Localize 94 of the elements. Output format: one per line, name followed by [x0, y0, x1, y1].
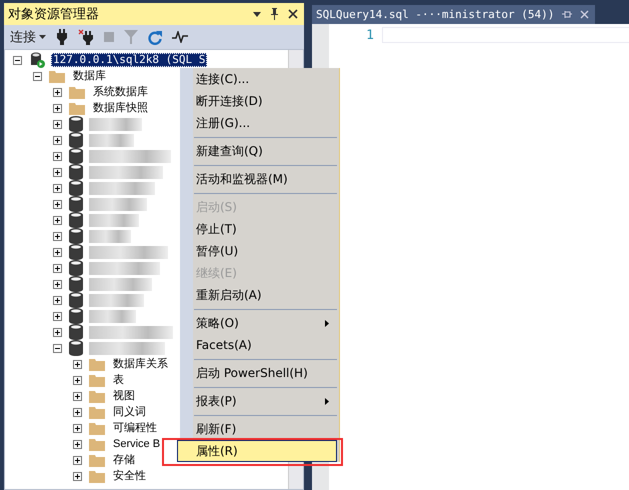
expand-toggle[interactable]	[73, 424, 82, 432]
folder-icon	[89, 406, 105, 418]
database-icon	[69, 164, 83, 180]
connect-button[interactable]: 连接	[10, 28, 46, 46]
menu-item[interactable]: 重新启动(A)	[193, 284, 337, 306]
server-icon	[29, 52, 45, 68]
expand-toggle[interactable]	[53, 104, 62, 112]
expand-toggle[interactable]	[53, 120, 62, 128]
panel-title: 对象资源管理器	[8, 6, 100, 23]
menu-item[interactable]: 属性(R)	[177, 440, 337, 462]
expand-toggle[interactable]	[53, 312, 62, 320]
expand-toggle[interactable]	[53, 264, 62, 272]
menu-item[interactable]: 连接(C)...	[193, 68, 337, 90]
pin-icon[interactable]	[270, 8, 279, 20]
refresh-icon[interactable]	[148, 30, 162, 44]
expand-toggle[interactable]	[53, 296, 62, 304]
tree-item[interactable]: 同义词	[111, 405, 148, 419]
database-icon	[69, 292, 83, 308]
expand-toggle[interactable]	[73, 440, 82, 448]
submenu-arrow-icon	[325, 398, 329, 404]
disconnect-icon[interactable]	[78, 29, 94, 45]
submenu-arrow-icon	[325, 320, 329, 326]
expand-toggle[interactable]	[73, 360, 82, 368]
folder-icon	[69, 102, 85, 114]
menu-item[interactable]: 刷新(F)	[193, 418, 337, 440]
tree-item[interactable]: 存储	[111, 453, 137, 467]
menu-item[interactable]: 新建查询(Q)	[193, 140, 337, 162]
tree-item[interactable]: 可编程性	[111, 421, 159, 435]
expand-toggle[interactable]	[53, 184, 62, 192]
folder-icon	[89, 470, 105, 482]
database-icon	[69, 260, 83, 276]
menu-item[interactable]: 报表(P)	[193, 390, 337, 412]
expand-toggle[interactable]	[53, 200, 62, 208]
expand-toggle[interactable]	[33, 72, 42, 80]
folder-icon	[69, 86, 85, 98]
tree-item[interactable]: Service B	[111, 437, 162, 451]
tree-item[interactable]: 表	[111, 373, 126, 387]
folder-icon	[89, 454, 105, 466]
folder-icon	[89, 390, 105, 402]
menu-item[interactable]: Facets(A)	[193, 334, 337, 356]
expand-toggle[interactable]	[53, 152, 62, 160]
tree-item[interactable]: 127.0.0.1\sql2k8 (SQL S	[51, 53, 208, 67]
close-icon[interactable]	[288, 9, 298, 19]
tree-item[interactable]: 数据库快照	[91, 101, 150, 115]
folder-icon	[89, 438, 105, 450]
tab-title: SQLQuery14.sql -···ministrator (54))	[316, 8, 554, 21]
expand-toggle[interactable]	[53, 232, 62, 240]
line-number: 1	[366, 28, 374, 43]
expand-toggle[interactable]	[13, 56, 22, 64]
caret-icon	[39, 35, 46, 39]
plug-icon[interactable]	[56, 29, 68, 45]
database-icon	[69, 196, 83, 212]
tree-item[interactable]: 数据库关系	[111, 357, 170, 371]
folder-icon	[89, 358, 105, 370]
expand-toggle[interactable]	[53, 216, 62, 224]
database-icon	[69, 132, 83, 148]
expand-toggle[interactable]	[53, 136, 62, 144]
dropdown-icon[interactable]	[253, 12, 261, 16]
database-icon	[69, 276, 83, 292]
expand-toggle[interactable]	[53, 248, 62, 256]
tree-item[interactable]: 视图	[111, 389, 137, 403]
menu-item[interactable]: 断开连接(D)	[193, 90, 337, 112]
database-icon	[69, 340, 83, 356]
menu-item[interactable]: 注册(G)...	[193, 112, 337, 134]
menu-item[interactable]: 暂停(U)	[193, 240, 337, 262]
folder-icon	[89, 374, 105, 386]
expand-toggle[interactable]	[53, 328, 62, 336]
database-icon	[69, 244, 83, 260]
activity-icon[interactable]	[172, 31, 188, 43]
database-icon	[69, 116, 83, 132]
expand-toggle[interactable]	[53, 88, 62, 96]
folder-icon	[89, 422, 105, 434]
database-icon	[69, 228, 83, 244]
expand-toggle[interactable]	[53, 344, 62, 352]
expand-toggle[interactable]	[73, 376, 82, 384]
database-icon	[69, 308, 83, 324]
folder-icon	[49, 70, 65, 82]
database-icon	[69, 148, 83, 164]
expand-toggle[interactable]	[73, 408, 82, 416]
expand-toggle[interactable]	[73, 472, 82, 480]
tree-item[interactable]: 数据库	[71, 69, 108, 83]
database-icon	[69, 180, 83, 196]
database-icon	[69, 212, 83, 228]
menu-item[interactable]: 策略(O)	[193, 312, 337, 334]
menu-item[interactable]: 活动和监视器(M)	[193, 168, 337, 190]
expand-toggle[interactable]	[73, 456, 82, 464]
menu-item[interactable]: 启动 PowerShell(H)	[193, 362, 337, 384]
database-icon	[69, 324, 83, 340]
tree-item[interactable]: 安全性	[111, 469, 148, 483]
menu-item[interactable]: 停止(T)	[193, 218, 337, 240]
expand-toggle[interactable]	[53, 168, 62, 176]
expand-toggle[interactable]	[73, 392, 82, 400]
tree-item[interactable]: 系统数据库	[91, 85, 150, 99]
expand-toggle[interactable]	[53, 280, 62, 288]
